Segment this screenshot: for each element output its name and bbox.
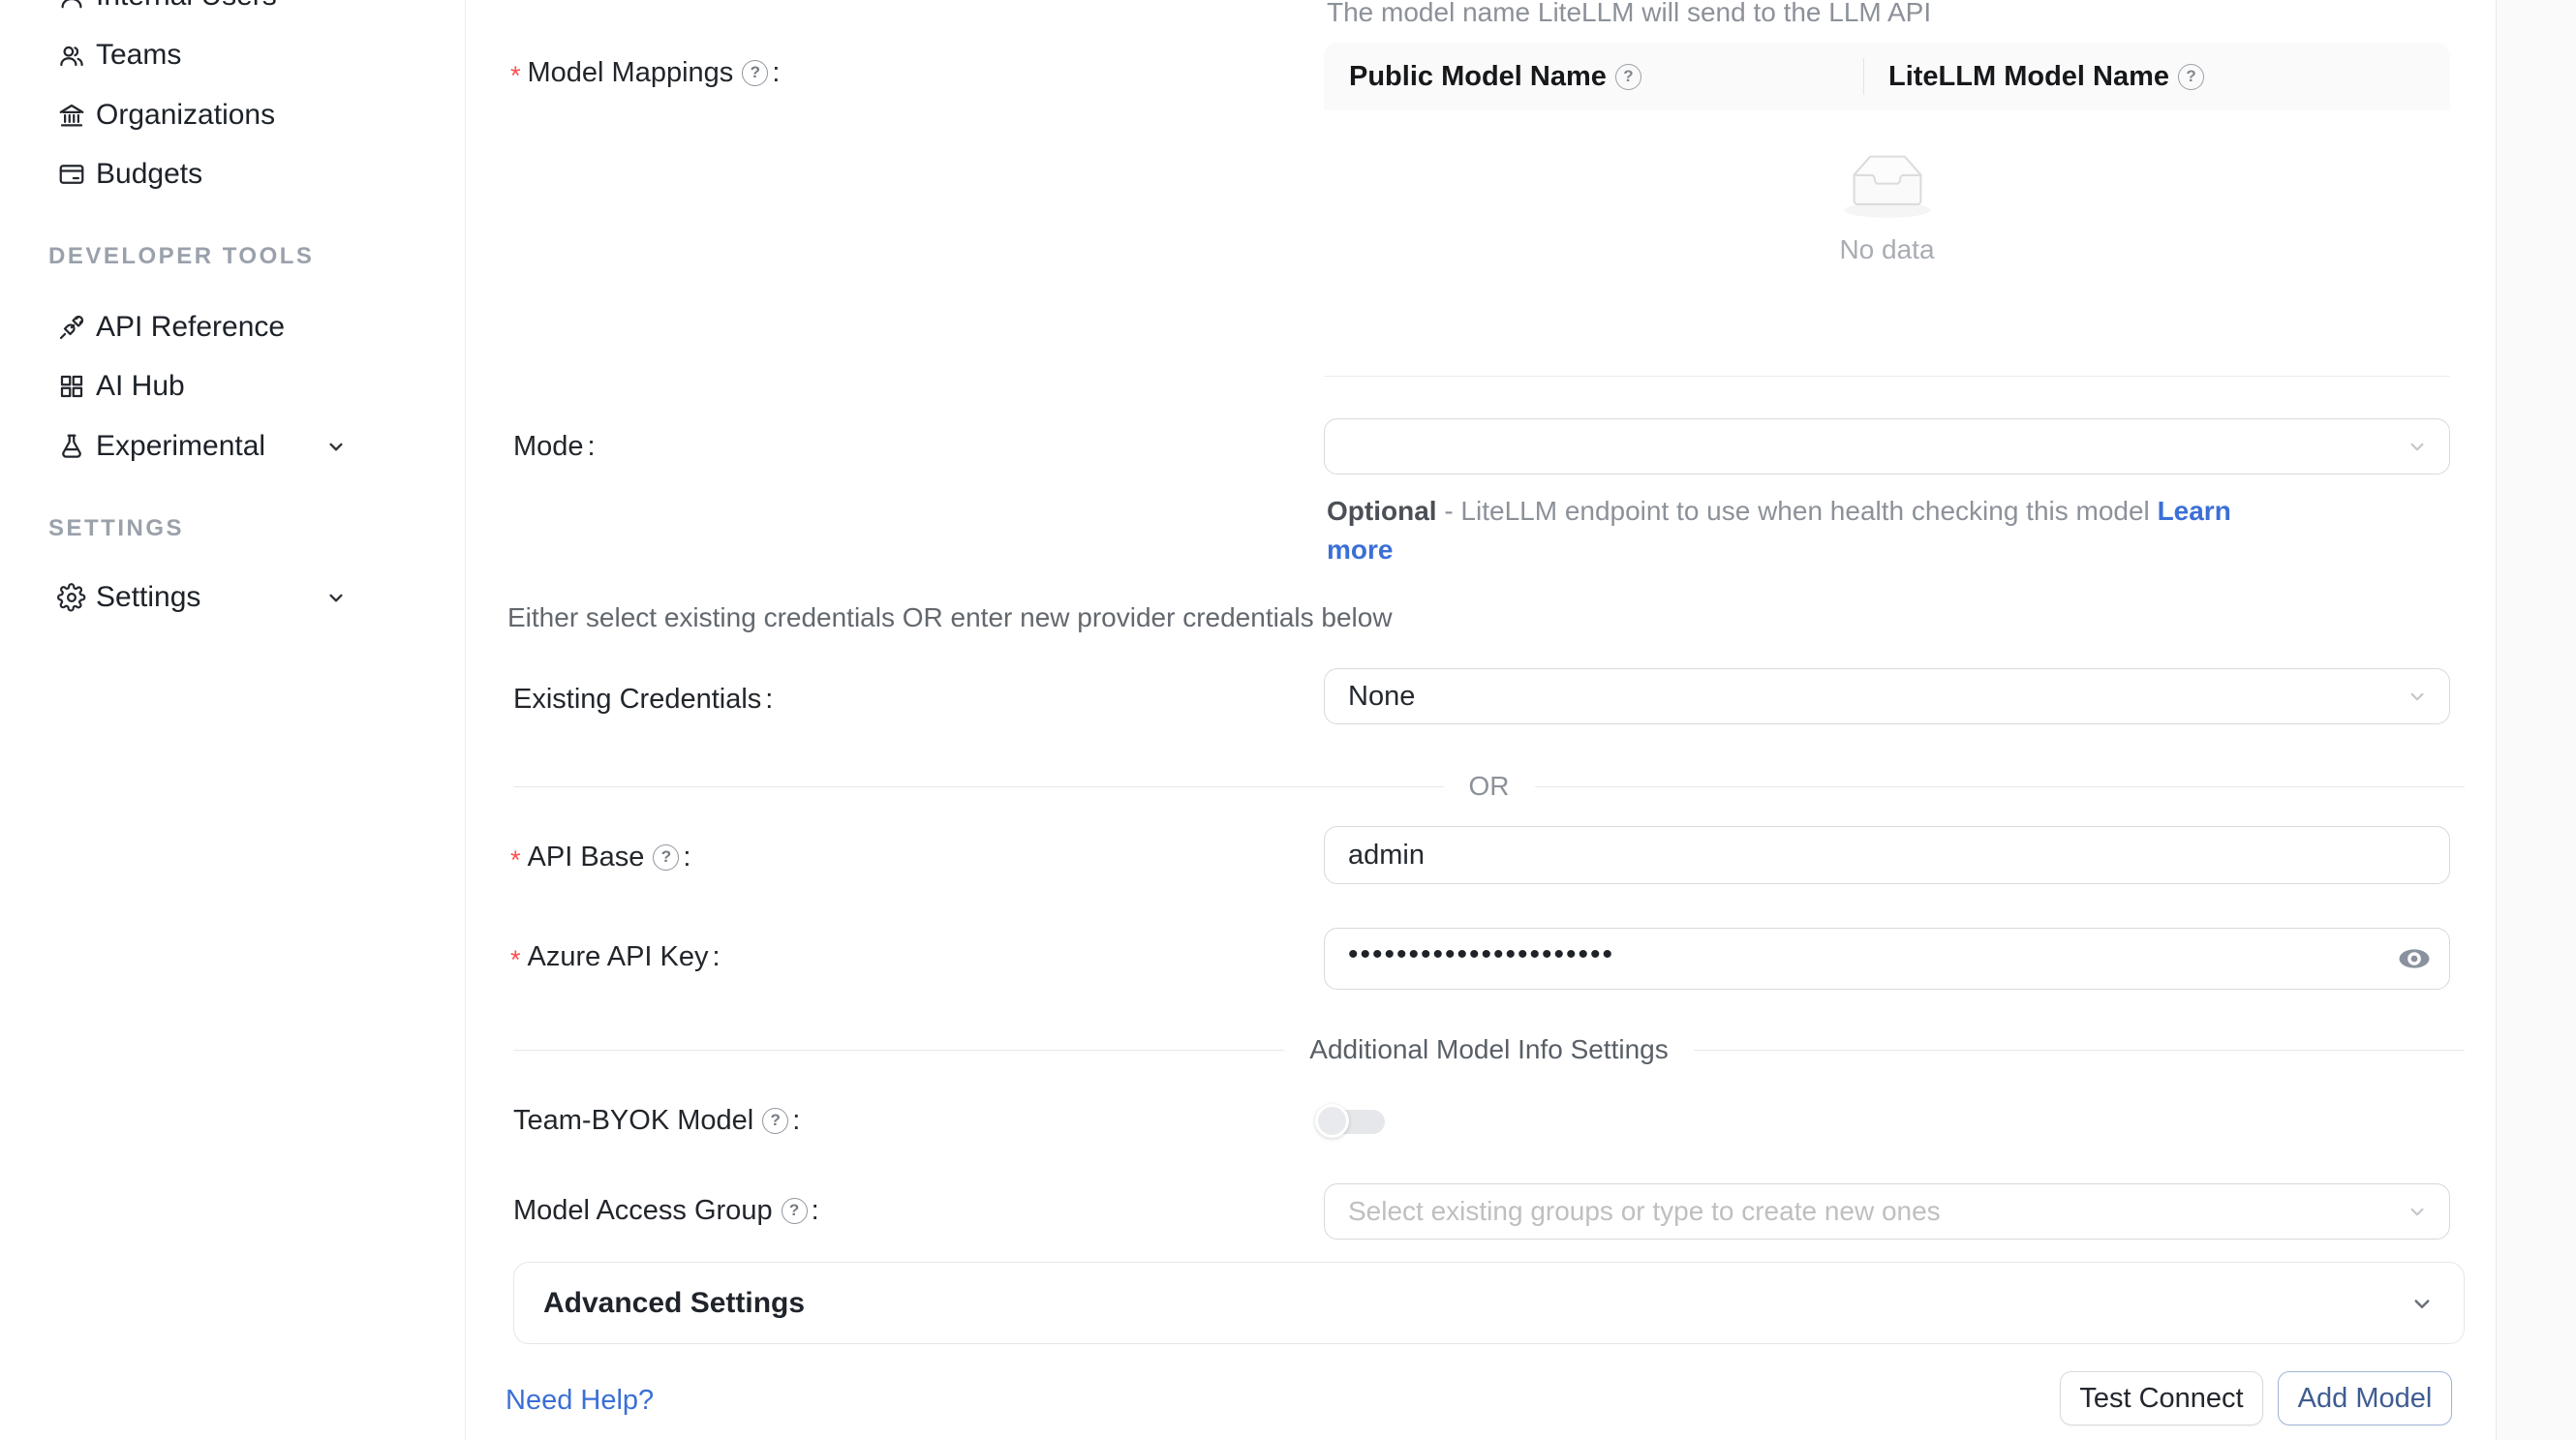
page-background-right (2496, 0, 2576, 1440)
additional-settings-divider: Additional Model Info Settings (513, 1035, 2465, 1064)
gear-icon (55, 581, 88, 614)
table-empty-state: No data (1324, 110, 2450, 377)
learn-more-link[interactable]: Learn (2158, 496, 2231, 526)
sidebar: Internal Users Teams Organizations Budge… (0, 0, 466, 1440)
sidebar-item-label: API Reference (96, 311, 285, 344)
add-model-button[interactable]: Add Model (2278, 1371, 2452, 1425)
chevron-down-icon (323, 585, 349, 610)
chevron-down-icon (2405, 684, 2430, 709)
add-model-page: Internal Users Teams Organizations Budge… (0, 0, 2576, 1440)
chevron-down-icon (2405, 1199, 2430, 1224)
model-access-group-select[interactable]: Select existing groups or type to create… (1324, 1183, 2450, 1240)
help-circle-icon[interactable]: ? (2178, 64, 2204, 90)
existing-credentials-select[interactable]: None (1324, 668, 2450, 724)
sidebar-item-label: Experimental (96, 430, 265, 463)
mode-select[interactable] (1324, 418, 2450, 475)
credit-card-icon (55, 158, 88, 191)
no-data-text: No data (1839, 234, 1934, 265)
column-divider (1863, 58, 1864, 95)
table-header-public-model-name: Public Model Name ? (1324, 61, 1863, 93)
mode-label: Mode : (513, 429, 596, 464)
help-circle-icon[interactable]: ? (653, 844, 679, 871)
help-circle-icon[interactable]: ? (782, 1198, 808, 1224)
credentials-note: Either select existing credentials OR en… (507, 602, 1393, 633)
empty-box-icon (1834, 149, 1941, 223)
bank-icon (55, 99, 88, 132)
sidebar-section-developer-tools: DEVELOPER TOOLS (48, 242, 314, 271)
eye-icon[interactable] (2397, 946, 2432, 971)
chevron-down-icon (323, 434, 349, 459)
sidebar-item-label: AI Hub (96, 370, 185, 403)
sidebar-item-label: Internal Users (96, 0, 277, 13)
sidebar-item-label: Organizations (96, 99, 275, 132)
api-base-input[interactable]: admin (1324, 826, 2450, 884)
sidebar-item-experimental[interactable]: Experimental (0, 416, 466, 476)
appstore-grid-icon (55, 370, 88, 403)
team-byok-label: Team-BYOK Model ? : (513, 1103, 800, 1138)
api-plug-icon (55, 311, 88, 344)
model-access-group-label: Model Access Group ? : (513, 1193, 819, 1228)
mode-helper-text: Optional - LiteLLM endpoint to use when … (1327, 492, 2469, 569)
learn-more-link[interactable]: more (1327, 535, 1393, 565)
sidebar-item-label: Teams (96, 39, 181, 72)
user-icon (55, 0, 88, 13)
or-divider: OR (513, 772, 2465, 801)
flask-icon (55, 430, 88, 463)
required-mark: * (510, 61, 521, 91)
table-header-litellm-model-name: LiteLLM Model Name ? (1863, 61, 2204, 93)
chevron-down-icon (2405, 434, 2430, 459)
sidebar-section-settings: SETTINGS (48, 514, 184, 543)
model-access-group-placeholder: Select existing groups or type to create… (1348, 1196, 1941, 1227)
required-mark: * (510, 945, 521, 975)
sidebar-item-ai-hub[interactable]: AI Hub (0, 356, 466, 416)
azure-api-key-masked-value: •••••••••••••••••••••• (1348, 938, 1614, 971)
azure-api-key-label: * Azure API Key : (510, 939, 721, 974)
advanced-settings-panel[interactable]: Advanced Settings (513, 1262, 2465, 1344)
azure-api-key-input[interactable]: •••••••••••••••••••••• (1324, 928, 2450, 990)
sidebar-item-internal-users[interactable]: Internal Users (0, 0, 466, 26)
existing-credentials-value: None (1348, 681, 1415, 713)
advanced-settings-label: Advanced Settings (543, 1287, 805, 1320)
need-help-link[interactable]: Need Help? (506, 1385, 654, 1417)
team-byok-toggle[interactable] (1315, 1104, 1389, 1139)
existing-credentials-label: Existing Credentials : (513, 682, 773, 717)
help-circle-icon[interactable]: ? (1615, 64, 1641, 90)
sidebar-item-teams[interactable]: Teams (0, 25, 466, 85)
table-header-row: Public Model Name ? LiteLLM Model Name ? (1324, 43, 2450, 110)
sidebar-item-label: Budgets (96, 158, 202, 191)
help-circle-icon[interactable]: ? (762, 1108, 788, 1134)
help-circle-icon[interactable]: ? (742, 60, 768, 86)
model-mappings-table: Public Model Name ? LiteLLM Model Name ?… (1324, 43, 2450, 377)
test-connect-button[interactable]: Test Connect (2060, 1371, 2263, 1425)
sidebar-item-budgets[interactable]: Budgets (0, 144, 466, 204)
required-mark: * (510, 845, 521, 875)
model-name-helper-text: The model name LiteLLM will send to the … (1327, 0, 1931, 29)
sidebar-item-api-reference[interactable]: API Reference (0, 297, 466, 357)
api-base-label: * API Base ? : (510, 840, 690, 874)
api-base-value: admin (1348, 840, 1425, 872)
sidebar-item-label: Settings (96, 581, 200, 614)
sidebar-item-organizations[interactable]: Organizations (0, 85, 466, 145)
sidebar-item-settings[interactable]: Settings (0, 567, 466, 628)
model-mappings-label: * Model Mappings ? : (510, 55, 780, 90)
chevron-down-icon (2407, 1289, 2437, 1318)
team-icon (55, 39, 88, 72)
